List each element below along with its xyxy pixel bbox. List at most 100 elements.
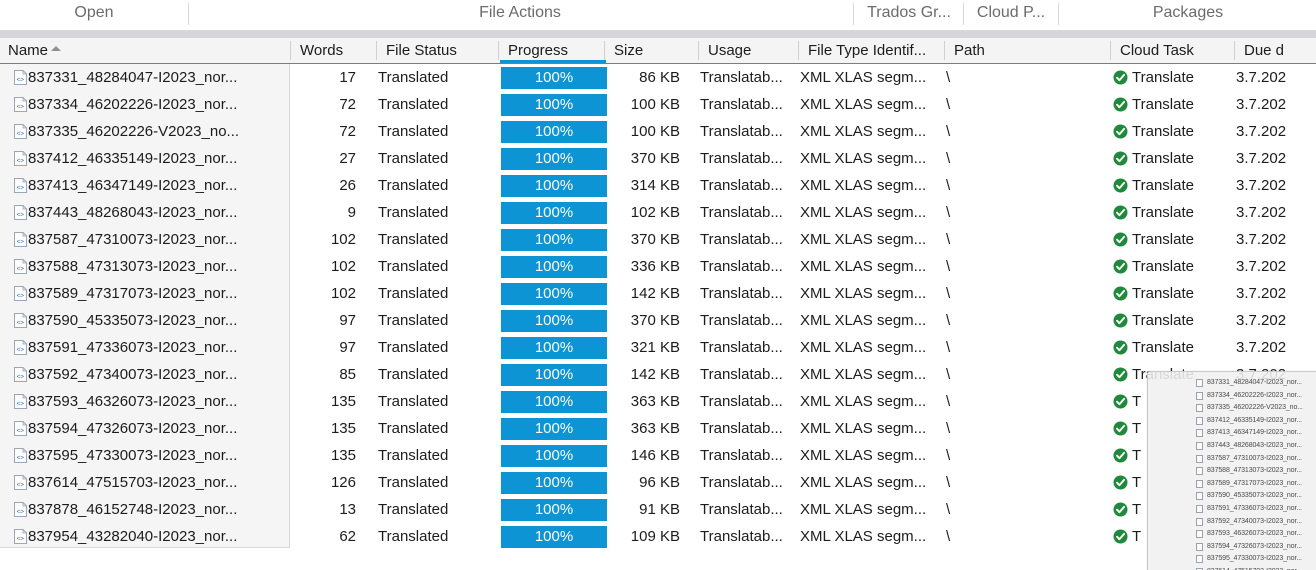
table-row[interactable]: <> 837954_43282040-I2023_nor... 62 Translat… <box>0 523 1316 550</box>
column-header-cloud[interactable]: Cloud Task <box>1112 38 1236 63</box>
cell-file-type-identifier: XML XLAS segm... <box>800 258 927 275</box>
cell-size: 100 KB <box>630 123 680 140</box>
check-circle-icon <box>1113 421 1128 436</box>
table-row[interactable]: <> 837412_46335149-I2023_nor... 27 Translat… <box>0 145 1316 172</box>
column-divider[interactable] <box>604 41 605 60</box>
ribbon-tab-file-actions[interactable]: File Actions <box>330 0 710 30</box>
column-header-name[interactable]: Name <box>0 38 290 63</box>
ribbon-tab-cloud-p[interactable]: Cloud P... <box>965 0 1057 30</box>
ribbon-tab-strip: Open File Actions Trados Gr... Cloud P... Pa… <box>0 0 1316 30</box>
column-header-label: Cloud Task <box>1120 42 1194 59</box>
column-divider[interactable] <box>1110 41 1111 60</box>
table-row[interactable]: <> 837334_46202226-I2023_nor... 72 Translat… <box>0 91 1316 118</box>
table-row[interactable]: <> 837335_46202226-V2023_no... 72 Translate… <box>0 118 1316 145</box>
column-divider[interactable] <box>698 41 699 60</box>
progress-bar-label: 100% <box>534 258 574 275</box>
progress-bar-label: 100% <box>534 420 574 437</box>
cell-words: 102 <box>330 285 356 302</box>
cell-usage: Translatab... <box>700 231 783 248</box>
cell-file-type-identifier: XML XLAS segm... <box>800 393 927 410</box>
cell-file-status: Translated <box>378 339 449 356</box>
svg-text:<>: <> <box>17 454 25 461</box>
cell-words: 102 <box>330 258 356 275</box>
cell-file-type-identifier: XML XLAS segm... <box>800 204 927 221</box>
xml-file-icon: <> <box>14 70 27 85</box>
cell-file-name: 837587_47310073-I2023_nor... <box>28 231 238 248</box>
trados-files-view: Open File Actions Trados Gr... Cloud P... Pa… <box>0 0 1316 570</box>
progress-bar: 100% <box>501 337 607 359</box>
table-row[interactable]: <> 837591_47336073-I2023_nor... 97 Translat… <box>0 334 1316 361</box>
cell-cloud-task: Translate <box>1132 69 1194 86</box>
xml-file-icon: <> <box>14 313 27 328</box>
xml-file-icon: <> <box>14 286 27 301</box>
ribbon-tab-open[interactable]: Open <box>0 0 188 30</box>
progress-bar: 100% <box>501 175 607 197</box>
xml-file-icon: <> <box>14 151 27 166</box>
column-header-label: Due d <box>1244 42 1285 59</box>
table-row[interactable]: <> 837593_46326073-I2023_nor... 135 Transla… <box>0 388 1316 415</box>
column-divider[interactable] <box>1234 41 1235 60</box>
cell-file-name: 837614_47515703-I2023_nor... <box>28 474 238 491</box>
xml-file-icon <box>1196 442 1203 450</box>
table-row[interactable]: <> 837587_47310073-I2023_nor... 102 Transla… <box>0 226 1316 253</box>
cell-file-status: Translated <box>378 366 449 383</box>
column-divider[interactable] <box>944 41 945 60</box>
cell-words: 97 <box>339 312 356 329</box>
cell-usage: Translatab... <box>700 312 783 329</box>
column-header-ftype[interactable]: File Type Identif... <box>800 38 946 63</box>
svg-text:<>: <> <box>17 76 25 83</box>
file-grid-body: <> 837331_48284047-I2023_nor... 17 Translat… <box>0 64 1316 570</box>
cell-file-type-identifier: XML XLAS segm... <box>800 123 927 140</box>
column-header-label: Name <box>8 42 49 59</box>
drag-preview-item-label: 837594_47326073-I2023_nor... <box>1207 542 1302 550</box>
table-row[interactable]: <> 837331_48284047-I2023_nor... 17 Translat… <box>0 64 1316 91</box>
cell-file-name: 837591_47336073-I2023_nor... <box>28 339 238 356</box>
progress-bar: 100% <box>501 472 607 494</box>
column-divider[interactable] <box>498 41 499 60</box>
cell-size: 142 KB <box>630 366 680 383</box>
column-divider[interactable] <box>798 41 799 60</box>
cell-words: 13 <box>339 501 356 518</box>
cell-path: \ <box>946 474 951 491</box>
column-header-words[interactable]: Words <box>292 38 378 63</box>
drag-preview-item: 837335_46202226-V2023_no... <box>1148 402 1316 414</box>
xml-file-icon: <> <box>14 367 27 382</box>
column-header-due[interactable]: Due d <box>1236 38 1316 63</box>
table-row[interactable]: <> 837413_46347149-I2023_nor... 26 Translat… <box>0 172 1316 199</box>
cell-size: 336 KB <box>630 258 680 275</box>
column-header-usage[interactable]: Usage <box>700 38 800 63</box>
cell-file-status: Translated <box>378 177 449 194</box>
table-row[interactable]: <> 837589_47317073-I2023_nor... 102 Transla… <box>0 280 1316 307</box>
table-row[interactable]: <> 837595_47330073-I2023_nor... 135 Transla… <box>0 442 1316 469</box>
drag-preview-item-label: 837413_46347149-I2023_nor... <box>1207 429 1302 437</box>
column-header-path[interactable]: Path <box>946 38 1132 63</box>
cell-cloud-task: Translate <box>1132 231 1194 248</box>
cell-words: 97 <box>339 339 356 356</box>
progress-bar-label: 100% <box>534 474 574 491</box>
table-row[interactable]: <> 837588_47313073-I2023_nor... 102 Transla… <box>0 253 1316 280</box>
check-circle-icon <box>1113 286 1128 301</box>
table-row[interactable]: <> 837614_47515703-I2023_nor... 126 Transla… <box>0 469 1316 496</box>
table-row[interactable]: <> 837590_45335073-I2023_nor... 97 Translat… <box>0 307 1316 334</box>
table-row[interactable]: <> 837878_46152748-I2023_nor... 13 Translat… <box>0 496 1316 523</box>
ribbon-tab-packages[interactable]: Packages <box>1060 0 1316 30</box>
svg-text:<>: <> <box>17 508 25 515</box>
table-row[interactable]: <> 837443_48268043-I2023_nor... 9 Translate… <box>0 199 1316 226</box>
table-row[interactable]: <> 837592_47340073-I2023_nor... 85 Translat… <box>0 361 1316 388</box>
cell-cloud-task: Translate <box>1132 312 1194 329</box>
cell-usage: Translatab... <box>700 474 783 491</box>
column-header-size[interactable]: Size <box>606 38 700 63</box>
xml-file-icon: <> <box>14 232 27 247</box>
cell-usage: Translatab... <box>700 69 783 86</box>
cell-file-status: Translated <box>378 96 449 113</box>
ribbon-tab-trados-gr[interactable]: Trados Gr... <box>855 0 963 30</box>
check-circle-icon <box>1113 259 1128 274</box>
column-divider[interactable] <box>290 41 291 60</box>
svg-text:<>: <> <box>17 373 25 380</box>
column-header-status[interactable]: File Status <box>378 38 500 63</box>
table-row[interactable]: <> 837594_47326073-I2023_nor... 135 Transla… <box>0 415 1316 442</box>
column-divider[interactable] <box>376 41 377 60</box>
cell-file-name: 837878_46152748-I2023_nor... <box>28 501 238 518</box>
progress-bar-label: 100% <box>534 393 574 410</box>
cell-path: \ <box>946 312 951 329</box>
